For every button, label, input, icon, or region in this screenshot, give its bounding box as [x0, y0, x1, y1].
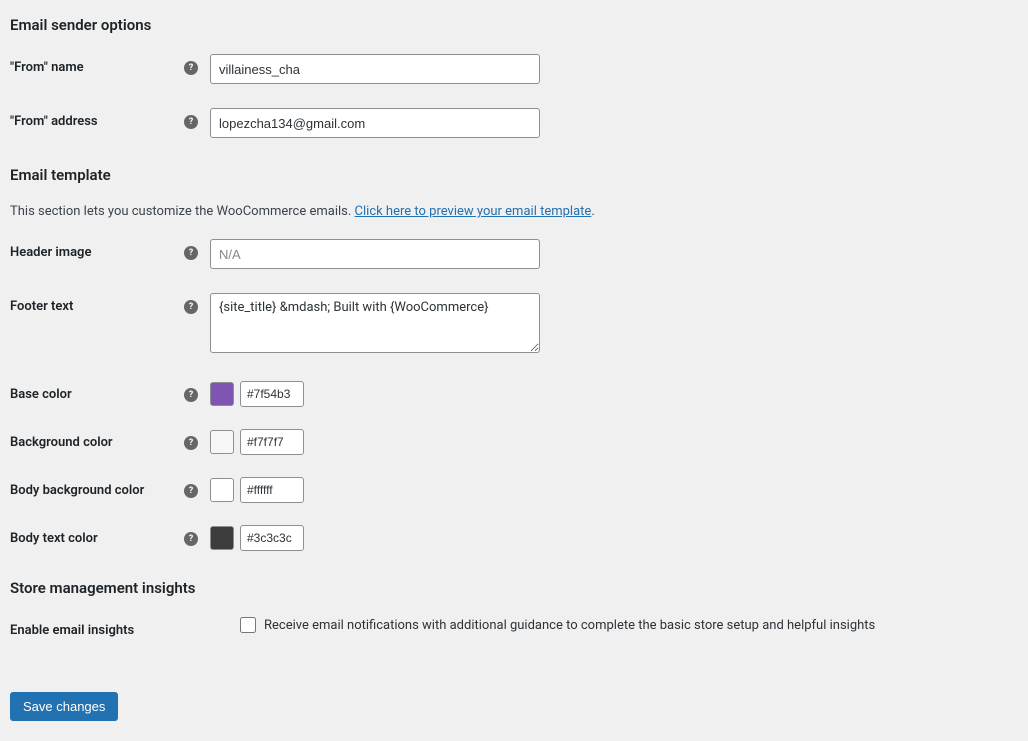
from-address-label: "From" address: [10, 114, 98, 129]
help-icon[interactable]: ?: [184, 484, 198, 498]
background-color-row: Background color ?: [10, 429, 1018, 455]
body-bg-color-label: Body background color: [10, 483, 144, 498]
body-bg-color-row: Body background color ?: [10, 477, 1018, 503]
from-name-row: "From" name ?: [10, 54, 1018, 84]
from-name-label: "From" name: [10, 60, 84, 75]
background-color-label: Background color: [10, 435, 113, 450]
header-image-label: Header image: [10, 245, 91, 260]
body-bg-color-swatch[interactable]: [210, 478, 234, 502]
enable-insights-checkbox-label: Receive email notifications with additio…: [264, 618, 875, 633]
template-description: This section lets you customize the WooC…: [10, 204, 1018, 219]
background-color-input[interactable]: [240, 429, 304, 455]
from-name-input[interactable]: [210, 54, 540, 84]
body-text-color-label: Body text color: [10, 531, 98, 546]
save-button[interactable]: Save changes: [10, 692, 118, 721]
help-icon[interactable]: ?: [184, 436, 198, 450]
from-address-input[interactable]: [210, 108, 540, 138]
header-image-input[interactable]: [210, 239, 540, 269]
base-color-row: Base color ?: [10, 381, 1018, 407]
header-image-row: Header image ?: [10, 239, 1018, 269]
body-text-color-input[interactable]: [240, 525, 304, 551]
help-icon[interactable]: ?: [184, 532, 198, 546]
help-icon[interactable]: ?: [184, 115, 198, 129]
footer-text-input[interactable]: {site_title} &mdash; Built with {WooComm…: [210, 293, 540, 353]
body-bg-color-input[interactable]: [240, 477, 304, 503]
enable-insights-checkbox[interactable]: [240, 617, 256, 633]
base-color-label: Base color: [10, 387, 72, 402]
help-icon[interactable]: ?: [184, 388, 198, 402]
section-title-sender: Email sender options: [10, 16, 1018, 34]
template-description-prefix: This section lets you customize the WooC…: [10, 204, 355, 219]
help-icon[interactable]: ?: [184, 246, 198, 260]
from-address-row: "From" address ?: [10, 108, 1018, 138]
enable-insights-label: Enable email insights: [10, 623, 134, 638]
base-color-swatch[interactable]: [210, 382, 234, 406]
footer-text-label: Footer text: [10, 299, 73, 314]
background-color-swatch[interactable]: [210, 430, 234, 454]
base-color-input[interactable]: [240, 381, 304, 407]
section-title-insights: Store management insights: [10, 579, 1018, 597]
footer-text-row: Footer text ? {site_title} &mdash; Built…: [10, 293, 1018, 357]
help-icon[interactable]: ?: [184, 300, 198, 314]
enable-insights-row: Enable email insights Receive email noti…: [10, 617, 1018, 638]
template-description-suffix: .: [591, 204, 594, 219]
body-text-color-row: Body text color ?: [10, 525, 1018, 551]
body-text-color-swatch[interactable]: [210, 526, 234, 550]
preview-template-link[interactable]: Click here to preview your email templat…: [355, 204, 592, 219]
section-title-template: Email template: [10, 166, 1018, 184]
help-icon[interactable]: ?: [184, 61, 198, 75]
